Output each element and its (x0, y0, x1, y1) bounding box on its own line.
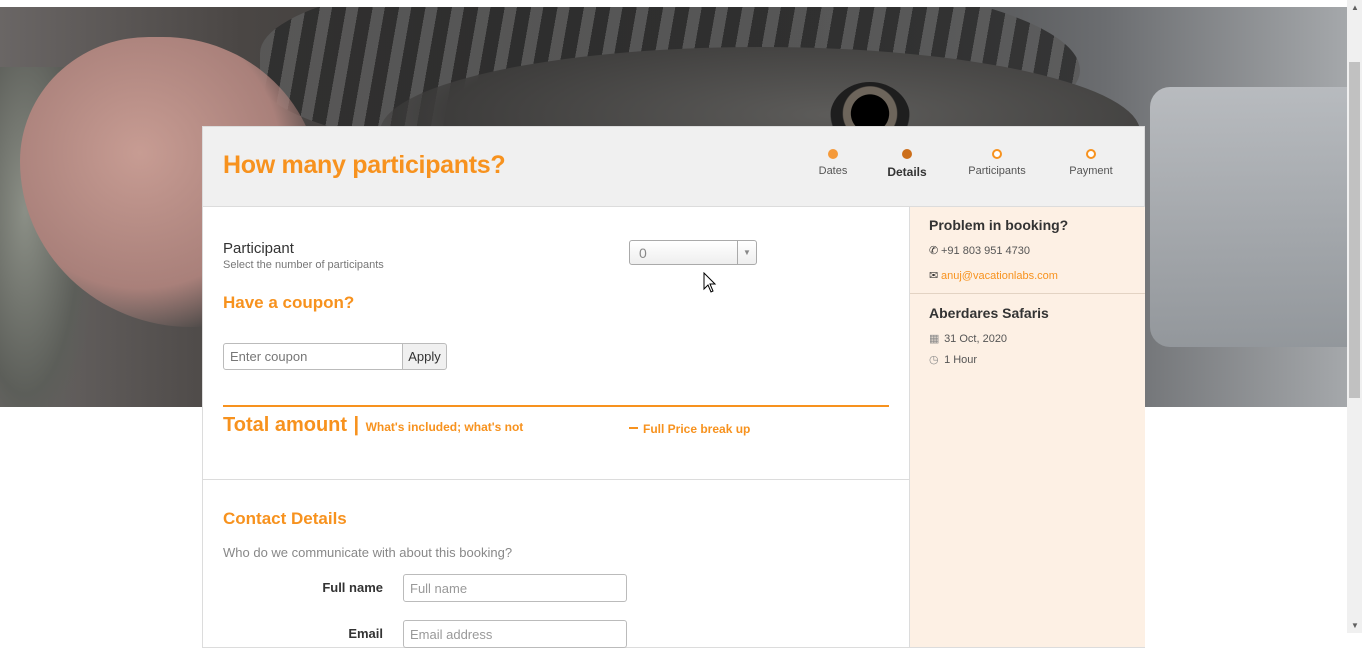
booking-header: How many participants? Dates Details Par… (203, 127, 1144, 207)
clock-icon: ◷ (929, 354, 939, 366)
phone-icon: ✆ (929, 245, 939, 257)
booking-sidebar: Problem in booking? ✆ +91 803 951 4730 ✉ a… (909, 207, 1145, 647)
price-breakup-toggle[interactable]: Full Price break up (629, 422, 750, 436)
coupon-input[interactable] (223, 343, 403, 370)
page-scrollbar[interactable]: ▲ ▼ (1347, 0, 1362, 633)
page-title: How many participants? (223, 151, 506, 179)
email-label: Email (348, 626, 383, 641)
booking-card: How many participants? Dates Details Par… (202, 126, 1145, 648)
total-separator: | (353, 414, 360, 436)
full-name-label: Full name (322, 580, 383, 595)
step-dot-icon (1086, 149, 1096, 159)
help-email-row: ✉ anuj@vacationlabs.com (929, 269, 1058, 282)
total-amount-title: Total amount (223, 414, 348, 436)
help-phone-row: ✆ +91 803 951 4730 (929, 244, 1030, 257)
scroll-up-icon[interactable]: ▲ (1351, 3, 1359, 12)
mouse-pointer-icon (703, 272, 717, 293)
contact-subtitle: Who do we communicate with about this bo… (223, 545, 513, 560)
participant-label: Participant (223, 240, 294, 257)
activity-duration-row: ◷ 1 Hour (929, 353, 977, 366)
help-email-link[interactable]: anuj@vacationlabs.com (941, 270, 1058, 282)
scroll-down-icon[interactable]: ▼ (1351, 621, 1359, 630)
hero-tray-shape (1150, 87, 1347, 347)
calendar-icon: ▦ (929, 333, 940, 345)
step-participants[interactable]: Participants (957, 149, 1037, 177)
section-divider (203, 479, 909, 480)
participant-count-select[interactable]: 0 ▼ (629, 240, 757, 265)
step-label: Participants (968, 165, 1026, 177)
step-label: Dates (818, 165, 848, 177)
participant-hint: Select the number of participants (223, 259, 384, 271)
apply-coupon-button[interactable]: Apply (402, 343, 447, 370)
step-dot-icon (828, 149, 838, 159)
help-phone: +91 803 951 4730 (941, 245, 1031, 257)
coupon-title: Have a coupon? (223, 293, 355, 312)
sidebar-divider (910, 293, 1145, 294)
full-name-input[interactable] (403, 574, 627, 602)
scrollbar-thumb[interactable] (1349, 62, 1360, 398)
step-dot-icon (902, 149, 912, 159)
total-divider (223, 405, 889, 407)
total-amount-row: Total amount | What's included; what's n… (223, 414, 523, 437)
help-title: Problem in booking? (929, 217, 1069, 233)
participant-count-value: 0 (639, 245, 647, 261)
booking-steps: Dates Details Participants Payment (793, 149, 1113, 189)
whats-included-link[interactable]: What's included; what's not (366, 420, 524, 434)
step-dot-icon (992, 149, 1002, 159)
step-label: Payment (1069, 165, 1113, 177)
email-input[interactable] (403, 620, 627, 648)
contact-title: Contact Details (223, 509, 347, 528)
collapse-minus-icon (629, 426, 638, 429)
price-breakup-link[interactable]: Full Price break up (643, 422, 750, 436)
step-payment[interactable]: Payment (1051, 149, 1131, 177)
step-dates[interactable]: Dates (793, 149, 873, 177)
activity-duration: 1 Hour (944, 354, 978, 366)
step-label: Details (887, 165, 927, 179)
activity-title: Aberdares Safaris (929, 305, 1049, 321)
caret-down-icon[interactable]: ▼ (737, 241, 756, 264)
activity-date-row: ▦ 31 Oct, 2020 (929, 332, 1007, 345)
step-details[interactable]: Details (867, 149, 947, 179)
activity-date: 31 Oct, 2020 (944, 333, 1008, 345)
envelope-icon: ✉ (929, 270, 939, 282)
